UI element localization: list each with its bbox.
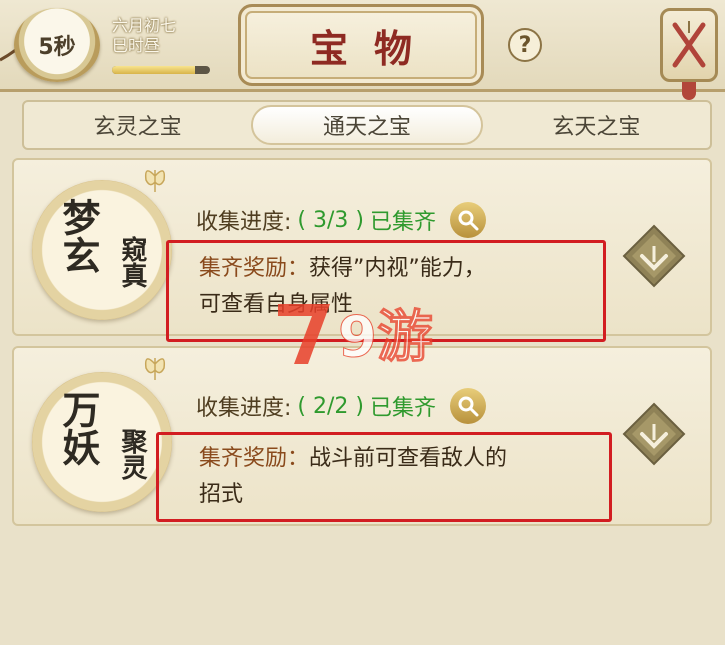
tab-label: 通天之宝 bbox=[322, 115, 411, 140]
page-title: 宝物 bbox=[309, 25, 438, 71]
reward-label: 集齐奖励： bbox=[199, 256, 310, 281]
treasure-emblem: 万妖 聚灵 bbox=[32, 372, 172, 512]
tab-label: 玄天之宝 bbox=[552, 115, 641, 140]
top-bar: 5秒 六月初七 巳时昼 宝物 ? bbox=[0, 0, 725, 100]
title-plaque: 宝物 bbox=[238, 4, 484, 86]
reward-description: 集齐奖励：战斗前可查看敌人的 招式 bbox=[156, 432, 612, 522]
category-tabs: 玄灵之宝 通天之宝 玄天之宝 bbox=[22, 100, 712, 150]
reward-text: 获得”内视”能力， bbox=[309, 256, 486, 281]
reward-description: 集齐奖励：获得”内视”能力， 可查看自身属性 bbox=[166, 240, 606, 342]
collection-progress: 收集进度: ( 2/2 ) 已集齐 bbox=[196, 388, 486, 424]
expand-diamond-icon[interactable] bbox=[622, 402, 686, 466]
help-button[interactable]: ? bbox=[508, 28, 542, 62]
search-icon[interactable] bbox=[450, 388, 486, 424]
emblem-title: 梦玄 bbox=[56, 198, 101, 274]
search-icon[interactable] bbox=[450, 202, 486, 238]
tab-label: 玄灵之宝 bbox=[93, 115, 182, 140]
progress-status: 已集齐 bbox=[369, 210, 436, 235]
tab-xuanling[interactable]: 玄灵之宝 bbox=[24, 102, 251, 148]
progress-count: ( 3/3 ) bbox=[297, 207, 364, 233]
collection-progress: 收集进度: ( 3/3 ) 已集齐 bbox=[196, 202, 486, 238]
emblem-title: 万妖 bbox=[56, 390, 101, 466]
progress-label: 收集进度: bbox=[196, 396, 292, 421]
butterfly-icon bbox=[144, 170, 166, 192]
time-progress-fill bbox=[112, 66, 196, 74]
progress-status: 已集齐 bbox=[369, 396, 436, 421]
time-of-day: 巳时昼 bbox=[112, 36, 161, 55]
timer-text: 5秒 bbox=[38, 35, 76, 60]
tab-xuantian[interactable]: 玄天之宝 bbox=[483, 102, 710, 148]
emblem-subtitle: 窥真 bbox=[117, 236, 147, 288]
tab-tongtian[interactable]: 通天之宝 bbox=[251, 105, 483, 145]
progress-count: ( 2/2 ) bbox=[297, 393, 364, 419]
reward-text: 战斗前可查看敌人的 bbox=[309, 446, 508, 471]
emblem-subtitle: 聚灵 bbox=[117, 428, 147, 480]
tassel-decoration bbox=[682, 82, 696, 100]
time-progress-bar bbox=[112, 66, 210, 74]
close-button[interactable] bbox=[660, 8, 718, 82]
treasure-card: 梦玄 窥真 收集进度: ( 3/3 ) 已集齐 集齐奖励：获得”内视”能力， 可… bbox=[12, 158, 712, 342]
timer-badge: 5秒 bbox=[14, 8, 100, 82]
reward-label: 集齐奖励： bbox=[199, 446, 310, 471]
close-icon bbox=[672, 21, 706, 68]
reward-text-line2: 招式 bbox=[199, 482, 244, 507]
butterfly-icon bbox=[144, 358, 166, 380]
lunar-date: 六月初七 bbox=[112, 16, 177, 35]
treasure-card: 万妖 聚灵 收集进度: ( 2/2 ) 已集齐 集齐奖励：战斗前可查看敌人的 招… bbox=[12, 346, 712, 526]
progress-label: 收集进度: bbox=[196, 210, 292, 235]
date-display: 六月初七 巳时昼 bbox=[112, 16, 212, 56]
expand-diamond-icon[interactable] bbox=[622, 224, 686, 288]
help-icon: ? bbox=[518, 32, 532, 58]
treasure-emblem: 梦玄 窥真 bbox=[32, 180, 172, 320]
reward-text-line2: 可查看自身属性 bbox=[199, 292, 354, 317]
